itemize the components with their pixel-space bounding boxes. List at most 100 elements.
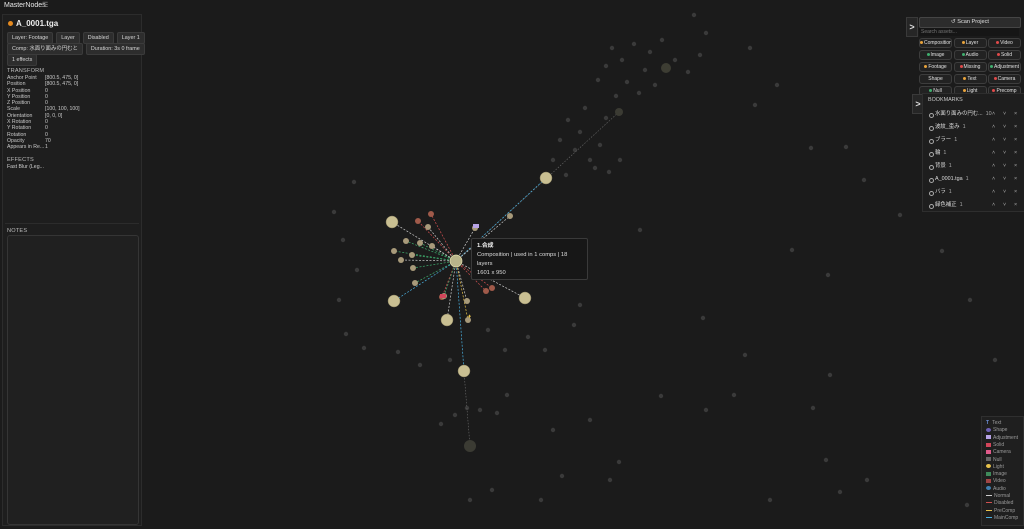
graph-node-dim[interactable] xyxy=(477,407,483,413)
graph-node-dim[interactable] xyxy=(538,497,544,503)
graph-node-dim[interactable] xyxy=(700,315,706,321)
graph-node-dim[interactable] xyxy=(447,357,453,363)
solid-node-icon[interactable] xyxy=(440,294,446,298)
graph-node-dim[interactable] xyxy=(607,477,613,483)
up-arrow-icon[interactable]: ˄ xyxy=(992,147,995,160)
graph-node-dim[interactable] xyxy=(582,105,588,111)
graph-node-dim[interactable] xyxy=(691,12,697,18)
graph-node-dim[interactable] xyxy=(502,347,508,353)
graph-node-dim[interactable] xyxy=(624,79,630,85)
graph-node-dim[interactable] xyxy=(340,237,346,243)
hamburger-icon[interactable]: ☰ xyxy=(42,1,48,9)
remove-icon[interactable]: × xyxy=(1014,186,1017,199)
graph-node-dim[interactable] xyxy=(637,227,643,233)
layer-node[interactable] xyxy=(428,211,434,217)
graph-node-dim[interactable] xyxy=(550,427,556,433)
down-arrow-icon[interactable]: ˅ xyxy=(1003,147,1006,160)
layer-node[interactable] xyxy=(391,248,397,254)
graph-node-dim[interactable] xyxy=(810,405,816,411)
comp-node[interactable] xyxy=(464,440,476,452)
graph-node-dim[interactable] xyxy=(577,302,583,308)
layer-node[interactable] xyxy=(409,252,415,258)
filter-tag-video[interactable]: Video xyxy=(988,38,1021,48)
graph-node-dim[interactable] xyxy=(606,169,612,175)
layer-node[interactable] xyxy=(410,265,416,271)
down-arrow-icon[interactable]: ˅ xyxy=(1003,134,1006,147)
graph-node-dim[interactable] xyxy=(703,407,709,413)
graph-node-dim[interactable] xyxy=(752,102,758,108)
layer-node[interactable] xyxy=(398,257,404,263)
layer-node[interactable] xyxy=(412,280,418,286)
graph-node-dim[interactable] xyxy=(992,357,998,363)
chip-duration[interactable]: Duration: 3s 0 frame xyxy=(85,43,145,55)
bookmark-item[interactable]: 緑色補正 1 ˄ ˅ × xyxy=(925,199,1022,212)
bookmark-item[interactable]: 水面り面みの円む... 10 ˄ ˅ × xyxy=(925,108,1022,121)
remove-icon[interactable]: × xyxy=(1014,199,1017,212)
layer-node[interactable] xyxy=(507,213,513,219)
graph-node-dim[interactable] xyxy=(659,37,665,43)
graph-node-dim[interactable] xyxy=(897,212,903,218)
graph-node-dim[interactable] xyxy=(595,77,601,83)
graph-node-dim[interactable] xyxy=(603,63,609,69)
scan-project-button[interactable]: ↺ Scan Project xyxy=(919,17,1021,28)
graph-node-dim[interactable] xyxy=(559,473,565,479)
comp-node[interactable] xyxy=(615,108,623,116)
graph-node-dim[interactable] xyxy=(550,157,556,163)
graph-node-dim[interactable] xyxy=(672,57,678,63)
graph-node-dim[interactable] xyxy=(703,30,709,36)
graph-node-dim[interactable] xyxy=(592,165,598,171)
adjustment-node-icon[interactable] xyxy=(473,224,479,228)
bookmark-radio-icon[interactable] xyxy=(929,190,934,196)
effects-count-chip[interactable]: 1 effects xyxy=(7,54,38,66)
up-arrow-icon[interactable]: ˄ xyxy=(992,173,995,186)
up-arrow-icon[interactable]: ˄ xyxy=(992,134,995,147)
filter-tag-image[interactable]: Image xyxy=(919,50,952,60)
layer-node[interactable] xyxy=(417,240,423,246)
graph-node-dim[interactable] xyxy=(685,69,691,75)
graph-node-dim[interactable] xyxy=(587,157,593,163)
graph-node-dim[interactable] xyxy=(467,497,473,503)
graph-node-dim[interactable] xyxy=(417,362,423,368)
comp-node[interactable] xyxy=(387,294,401,308)
graph-node-dim[interactable] xyxy=(967,297,973,303)
graph-node-dim[interactable] xyxy=(361,345,367,351)
comp-node[interactable] xyxy=(457,364,471,378)
up-arrow-icon[interactable]: ˄ xyxy=(992,160,995,173)
light-node-icon[interactable]: ♦ xyxy=(468,314,471,320)
graph-node-dim[interactable] xyxy=(697,52,703,58)
down-arrow-icon[interactable]: ˅ xyxy=(1003,186,1006,199)
filter-tag-missing[interactable]: Missing xyxy=(953,62,987,72)
graph-node-dim[interactable] xyxy=(658,393,664,399)
filter-tag-shape[interactable]: Shape xyxy=(919,74,952,84)
remove-icon[interactable]: × xyxy=(1014,160,1017,173)
graph-node-dim[interactable] xyxy=(642,67,648,73)
filter-tag-footage[interactable]: Footage xyxy=(919,62,952,72)
filter-tag-camera[interactable]: Camera xyxy=(988,74,1021,84)
layer-node[interactable] xyxy=(403,238,409,244)
layer-node[interactable] xyxy=(483,288,489,294)
graph-node-dim[interactable] xyxy=(652,82,658,88)
comp-node[interactable] xyxy=(661,63,671,73)
graph-node-dim[interactable] xyxy=(557,137,563,143)
bookmark-item[interactable]: A_0001.tga 1 ˄ ˅ × xyxy=(925,173,1022,186)
filter-tag-adjustment[interactable]: Adjustment xyxy=(988,62,1021,72)
graph-node-dim[interactable] xyxy=(864,477,870,483)
bookmark-radio-icon[interactable] xyxy=(929,125,934,131)
notes-textarea[interactable] xyxy=(7,235,139,525)
graph-node-dim[interactable] xyxy=(489,487,495,493)
graph-node-dim[interactable] xyxy=(609,45,615,51)
graph-node-dim[interactable] xyxy=(616,459,622,465)
graph-node-dim[interactable] xyxy=(843,144,849,150)
graph-node-dim[interactable] xyxy=(631,41,637,47)
graph-node-dim[interactable] xyxy=(613,93,619,99)
comp-node[interactable] xyxy=(385,215,399,229)
graph-node-dim[interactable] xyxy=(572,147,578,153)
graph-node-dim[interactable] xyxy=(336,297,342,303)
layer-node[interactable] xyxy=(489,285,495,291)
layer-node[interactable] xyxy=(429,243,435,249)
graph-node-dim[interactable] xyxy=(395,349,401,355)
up-arrow-icon[interactable]: ˄ xyxy=(992,199,995,212)
bookmark-radio-icon[interactable] xyxy=(929,177,934,183)
graph-node-dim[interactable] xyxy=(504,392,510,398)
bookmark-radio-icon[interactable] xyxy=(929,138,934,144)
